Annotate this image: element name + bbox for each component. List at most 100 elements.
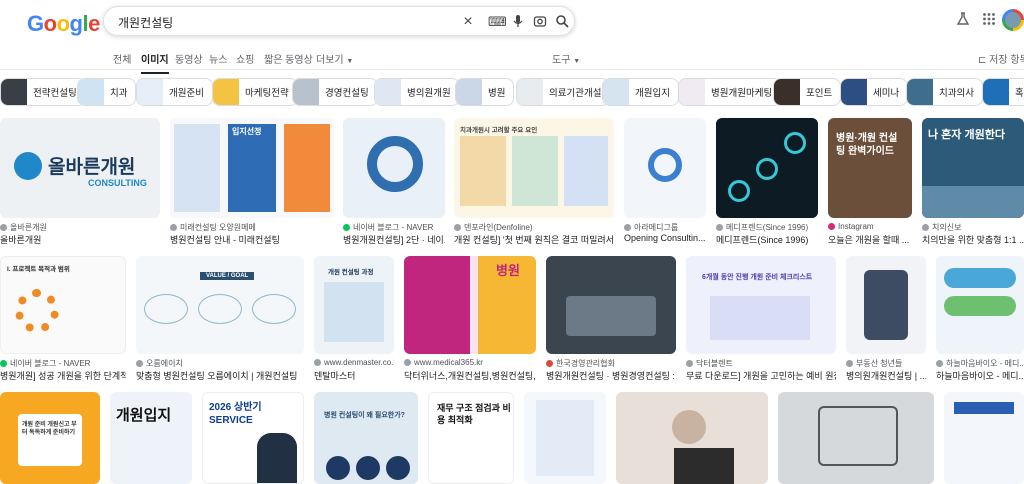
keyboard-icon[interactable]: ⌨ — [488, 14, 507, 30]
result-caption[interactable]: 올바른개원 — [0, 233, 160, 246]
lens-icon[interactable] — [532, 14, 548, 30]
image-result[interactable]: 병원 컨설팅이 왜 필요한가? — [314, 392, 418, 484]
saved-button[interactable]: ⊏ 저장 항목 — [978, 51, 1024, 66]
image-result[interactable]: 2026 상반기 SERVICE — [202, 392, 304, 484]
image-result[interactable] — [944, 392, 1024, 484]
image-block — [954, 402, 1014, 414]
result-caption[interactable]: 개원 컨설팅] '첫 번째 원칙은 결코 떠밀려서 ... — [454, 233, 614, 246]
tab-short-videos[interactable]: 짧은 동영상 — [264, 51, 313, 66]
image-result[interactable]: 나 혼자 개원한다 — [922, 118, 1024, 218]
apps-icon[interactable] — [980, 12, 998, 30]
tab-shopping[interactable]: 쇼핑 — [236, 51, 254, 66]
result-caption[interactable]: Opening Consultin... — [624, 233, 706, 243]
result-source[interactable]: 오름에이치 — [136, 358, 304, 369]
result-caption[interactable]: 맞춤형 병원컨설팅 오름에이치 | 개원컨설팅 — [136, 369, 304, 382]
result-caption[interactable]: 오늘은 개원을 할때 ... — [828, 233, 912, 246]
clear-icon[interactable]: × — [460, 14, 476, 30]
image-block — [564, 136, 608, 206]
chip[interactable]: 포인트 — [773, 78, 842, 106]
image-result[interactable]: 올바른개원 CONSULTING — [0, 118, 160, 218]
labs-icon[interactable] — [954, 12, 972, 30]
result-source[interactable]: 닥터블렌트 — [686, 358, 836, 369]
chip[interactable]: 병의원개원 — [374, 78, 460, 106]
tools-button[interactable]: 도구 ▼ — [552, 51, 580, 66]
tab-images[interactable]: 이미지 — [141, 51, 169, 74]
image-text: 나 혼자 개원한다 — [928, 129, 1005, 141]
result-caption[interactable]: 병원컨설팅 안내 - 미래컨설팅 — [170, 233, 334, 246]
tab-all[interactable]: 전체 — [113, 51, 131, 66]
result-source[interactable]: 한국경영관리협회 — [546, 358, 676, 369]
tab-videos[interactable]: 동영상 — [175, 51, 203, 66]
image-result[interactable]: 병원·개원 컨설팅 완벽가이드 — [828, 118, 912, 218]
chip[interactable]: 치과의사 — [906, 78, 983, 106]
result-source[interactable]: 네이버 블로그 - NAVER — [343, 222, 445, 233]
result-source[interactable]: 덴포라인(Denfoline) — [454, 222, 614, 233]
result-source[interactable]: 부동산 청년들 — [846, 358, 926, 369]
image-circle — [15, 289, 59, 333]
result-caption[interactable]: 병원개원] 성공 개원을 위한 단계적 ... — [0, 369, 126, 382]
image-block — [324, 282, 384, 342]
image-result[interactable]: 재무 구조 점검과 비용 최적화 — [428, 392, 514, 484]
result-source[interactable]: 네이버 블로그 - NAVER — [0, 358, 126, 369]
result-caption[interactable]: 치의만을 위한 맞춤형 1:1 ... — [922, 233, 1024, 246]
chip[interactable]: 개원입지 — [602, 78, 679, 106]
image-result[interactable] — [778, 392, 934, 484]
chip[interactable]: 마케팅전략 — [212, 78, 298, 106]
source-label: 네이버 블로그 - NAVER — [353, 223, 434, 232]
account-avatar[interactable] — [1002, 9, 1024, 31]
result-caption[interactable]: 병원개원컨설팅] 2단 · 네이... — [343, 233, 445, 246]
image-result[interactable]: VALUE / GOAL — [136, 256, 304, 354]
image-result[interactable] — [524, 392, 606, 484]
chip[interactable]: 의료기관개설 — [516, 78, 611, 106]
chip[interactable]: 경영컨설팅 — [292, 78, 378, 106]
result-source[interactable]: www.denmaster.co.kr — [314, 358, 394, 367]
search-icon[interactable] — [554, 14, 570, 30]
result-source[interactable]: 하늘마음바이오 - 메디... — [936, 358, 1024, 369]
result-caption[interactable]: 닥터위너스,개원컨설팅,병원컨설팅,... — [404, 369, 536, 382]
microphone-icon[interactable] — [510, 14, 526, 30]
image-result[interactable]: 개원입지 — [110, 392, 192, 484]
image-result[interactable] — [624, 118, 706, 218]
result-source[interactable]: www.medical365.kr — [404, 358, 536, 367]
chip[interactable]: 병원개원마케팅 — [678, 78, 782, 106]
chip-thumbnail — [983, 79, 1009, 105]
result-source[interactable]: 아라메디그룹 — [624, 222, 706, 233]
chip[interactable]: 혹 — [982, 78, 1024, 106]
chip[interactable]: 병원 — [455, 78, 515, 106]
image-result[interactable] — [716, 118, 818, 218]
image-result[interactable] — [846, 256, 926, 354]
image-result[interactable]: 치과개원시 고려할 주요 요인 — [454, 118, 614, 218]
image-result[interactable]: 6개월 동안 진행 개원 준비 체크리스트 — [686, 256, 836, 354]
tab-more[interactable]: 더보기 ▼ — [316, 51, 353, 66]
search-box[interactable]: 개원컨설팅 × ⌨ — [103, 6, 575, 36]
result-source[interactable]: 메디프렌드(Since 1996) — [716, 222, 818, 233]
image-result[interactable]: I. 프로젝트 목적과 범위 — [0, 256, 126, 354]
chip[interactable]: 전략컨설팅 — [0, 78, 86, 106]
result-caption[interactable]: 메디프렌드(Since 1996) — [716, 233, 818, 246]
image-result[interactable] — [616, 392, 768, 484]
image-result[interactable] — [546, 256, 676, 354]
image-result[interactable] — [343, 118, 445, 218]
result-source[interactable]: 치의신보 — [922, 222, 1024, 233]
result-caption[interactable]: 덴탈마스터 — [314, 369, 394, 382]
result-caption[interactable]: 병원개원컨설팅 · 병원경영컨설팅 : ... — [546, 369, 676, 382]
result-source[interactable]: 올바른개원 — [0, 222, 160, 233]
search-input[interactable]: 개원컨설팅 — [118, 14, 173, 31]
image-result[interactable]: 입지선정 — [170, 118, 334, 218]
result-caption[interactable]: 하늘마음바이오 - 메디... — [936, 369, 1024, 382]
image-result[interactable] — [936, 256, 1024, 354]
image-result[interactable]: 병원 — [404, 256, 536, 354]
chip[interactable]: 세미나 — [840, 78, 909, 106]
image-text: 개원입지 — [116, 407, 172, 424]
image-result[interactable]: 개원 준비 개원신고 부터 독독하게 준비하기 — [0, 392, 100, 484]
result-caption[interactable]: 병의원개원컨설팅 | ... — [846, 369, 926, 382]
result-source[interactable]: Instagram — [828, 222, 912, 231]
source-label: 네이버 블로그 - NAVER — [10, 359, 91, 368]
image-result[interactable]: 개원 컨설팅 과정 — [314, 256, 394, 354]
result-source[interactable]: 미래컨설팅 오양원메메 — [170, 222, 334, 233]
google-logo[interactable]: Google — [27, 11, 100, 37]
chip[interactable]: 개원준비 — [136, 78, 213, 106]
tab-news[interactable]: 뉴스 — [209, 51, 227, 66]
result-caption[interactable]: 무료 다운로드] 개원을 고민하는 예비 원장... — [686, 369, 836, 382]
chip[interactable]: 치과 — [77, 78, 137, 106]
